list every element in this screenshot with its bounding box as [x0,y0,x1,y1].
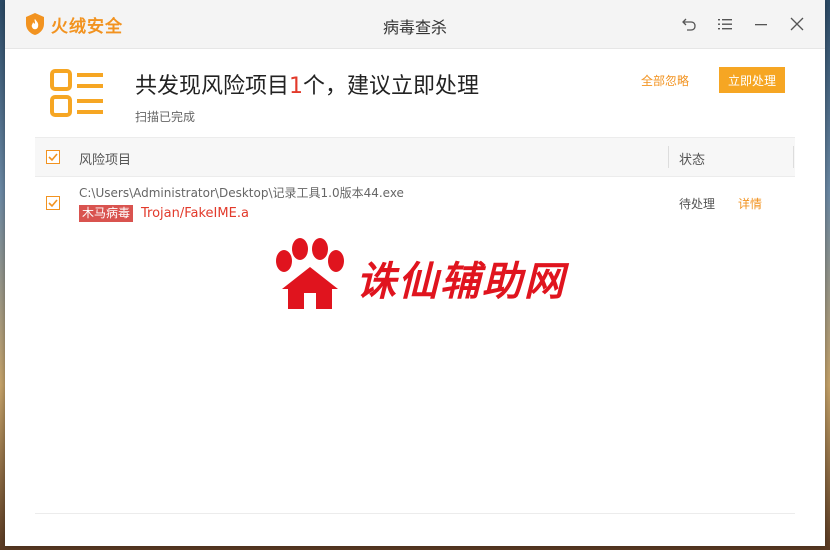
menu-button[interactable] [715,14,735,34]
footer-divider [35,513,795,514]
file-path: C:\Users\Administrator\Desktop\记录工具1.0版本… [79,186,404,200]
handle-now-button[interactable]: 立即处理 [719,67,785,93]
title-bar: 火绒安全 病毒查杀 [5,0,825,49]
scan-status: 扫描已完成 [135,110,196,124]
risk-count: 1 [289,74,304,99]
close-button[interactable] [787,14,807,34]
row-status: 待处理 [679,197,716,211]
row-checkbox[interactable] [46,196,60,210]
summary-title: 共发现风险项目1个，建议立即处理 [135,68,479,100]
column-divider [668,146,669,168]
minimize-icon [755,24,767,26]
back-icon [682,18,696,31]
summary-title-prefix: 共发现风险项目 [135,74,290,99]
back-button[interactable] [679,14,699,34]
table-row: C:\Users\Administrator\Desktop\记录工具1.0版本… [35,176,795,232]
column-status: 状态 [679,153,706,168]
checkbox-checked-icon [48,199,58,208]
minimize-button[interactable] [751,14,771,34]
column-risk: 风险项目 [79,153,132,168]
checkbox-checked-icon [48,153,58,162]
menu-icon [718,19,732,30]
select-all-checkbox[interactable] [46,150,60,164]
ignore-all-link[interactable]: 全部忽略 [641,72,689,89]
virus-name: Trojan/FakeIME.a [141,206,249,221]
watermark: 诛仙辅助网 [270,237,564,311]
table-header: 风险项目 状态 [35,137,795,177]
window-title: 病毒查杀 [382,18,447,37]
threat-type-badge: 木马病毒 [79,205,134,222]
close-icon [790,17,804,31]
list-report-icon [50,69,103,117]
summary-title-suffix: 个，建议立即处理 [303,74,480,99]
watermark-text: 诛仙辅助网 [356,259,566,305]
column-divider [793,146,794,168]
main-window: 火绒安全 病毒查杀 共发现风险项目1个，建议立即处理 扫描已完成 全部忽略 立即… [5,0,825,546]
paw-house-icon [276,238,344,309]
detail-link[interactable]: 详情 [738,195,762,212]
